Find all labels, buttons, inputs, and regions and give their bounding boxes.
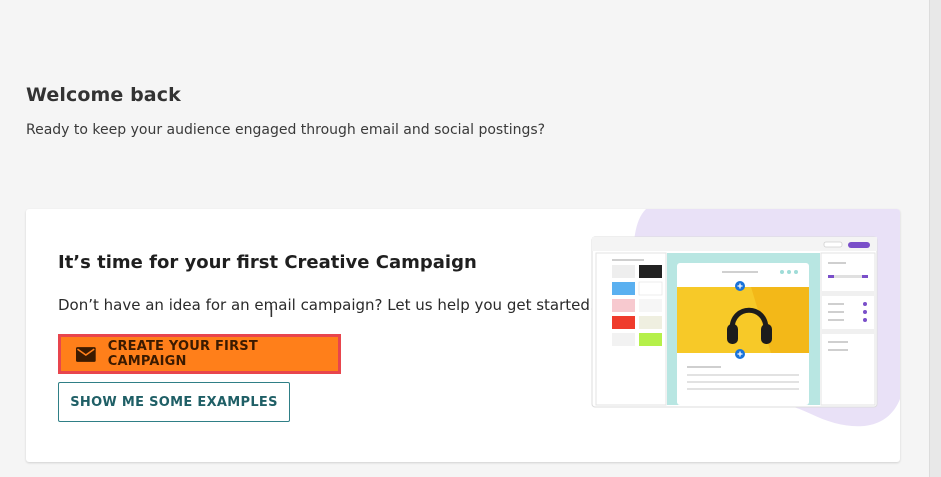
card-text: Don’t have an idea for an email campaign… <box>58 296 595 314</box>
text-cursor-icon: I <box>269 302 274 321</box>
page-scrollbar[interactable] <box>929 0 941 477</box>
card-title: It’s time for your first Creative Campai… <box>58 252 477 273</box>
welcome-title: Welcome back <box>26 84 181 106</box>
create-first-campaign-label: CREATE YOUR FIRST CAMPAIGN <box>107 339 258 369</box>
mock-purple-button <box>848 242 870 248</box>
create-first-campaign-button[interactable]: CREATE YOUR FIRST CAMPAIGN <box>58 334 341 374</box>
welcome-subtitle: Ready to keep your audience engaged thro… <box>26 122 546 138</box>
first-campaign-card: It’s time for your first Creative Campai… <box>26 209 900 462</box>
envelope-icon <box>76 346 96 362</box>
show-examples-button[interactable]: SHOW ME SOME EXAMPLES <box>58 382 290 422</box>
show-examples-label: SHOW ME SOME EXAMPLES <box>70 394 278 410</box>
email-editor-illustration <box>591 209 900 427</box>
